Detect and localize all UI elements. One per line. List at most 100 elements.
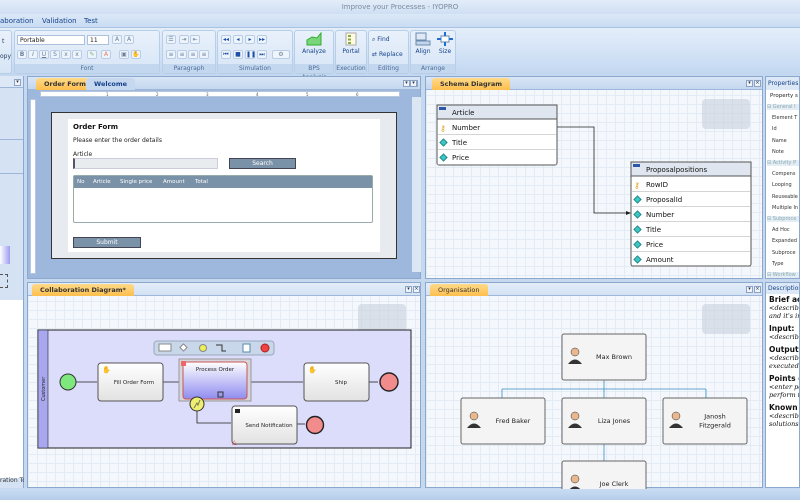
subscript-icon[interactable]: x bbox=[61, 50, 71, 59]
find-button[interactable]: ⌕ Find bbox=[372, 36, 390, 44]
italic-icon[interactable]: I bbox=[28, 50, 38, 59]
align-center-icon[interactable]: ≡ bbox=[177, 50, 187, 59]
pause-icon[interactable]: ❚❚ bbox=[245, 50, 256, 59]
bold-icon[interactable]: B bbox=[17, 50, 27, 59]
size-button[interactable]: Size bbox=[434, 32, 456, 55]
task-fill-order-form[interactable]: ✋Fill Order Form bbox=[97, 362, 164, 402]
org-person-node[interactable]: Liza Jones bbox=[561, 397, 647, 445]
end-event[interactable] bbox=[379, 372, 399, 392]
task-ship[interactable]: ✋ Ship bbox=[303, 362, 370, 402]
font-color-icon[interactable]: A bbox=[101, 50, 111, 59]
col-no[interactable]: No bbox=[77, 176, 84, 188]
indent-icon[interactable]: ⇥ bbox=[179, 35, 189, 44]
panel-menu-icon[interactable]: ▾ bbox=[410, 80, 417, 87]
end-event[interactable] bbox=[305, 415, 325, 435]
intermediate-event-error[interactable] bbox=[189, 396, 205, 412]
panel-menu-icon[interactable]: ▾ bbox=[403, 80, 410, 87]
org-person-node[interactable]: Fred Baker bbox=[460, 397, 546, 445]
underline-icon[interactable]: U bbox=[39, 50, 49, 59]
toolbox-tab-collaboration-tools[interactable]: ration To bbox=[0, 477, 24, 484]
skip-end-icon[interactable]: ⏭ bbox=[257, 50, 267, 59]
col-single-price[interactable]: Single price bbox=[120, 176, 152, 188]
toolbar-context[interactable] bbox=[153, 340, 275, 356]
property-row[interactable]: Name bbox=[772, 138, 787, 144]
org-person-node[interactable]: Joe Clerk bbox=[561, 460, 647, 489]
copy-button[interactable]: opy bbox=[0, 53, 11, 60]
tab-welcome[interactable]: Welcome bbox=[86, 78, 136, 90]
replace-button[interactable]: ⇄ Replace bbox=[372, 51, 403, 58]
group-swatch[interactable] bbox=[0, 274, 8, 288]
cut-button[interactable]: t bbox=[2, 38, 4, 45]
points-text[interactable]: <enter point bbox=[769, 383, 799, 391]
property-row[interactable]: Multiple In bbox=[772, 205, 798, 211]
property-row[interactable]: Subproce bbox=[772, 250, 796, 256]
property-category[interactable]: ⊟ Activity P bbox=[767, 160, 799, 166]
property-row[interactable]: Ad Hoc bbox=[772, 227, 790, 233]
menu-collaboration[interactable]: aboration bbox=[0, 17, 34, 25]
strikethrough-icon[interactable]: S bbox=[50, 50, 60, 59]
fast-forward-icon[interactable]: ▸▸ bbox=[257, 35, 267, 44]
align-button[interactable]: Align bbox=[412, 32, 434, 55]
clear-format-icon[interactable]: ✋ bbox=[131, 50, 141, 59]
property-row[interactable]: Id bbox=[772, 126, 777, 132]
align-right-icon[interactable]: ≡ bbox=[188, 50, 198, 59]
property-row[interactable]: Note bbox=[772, 149, 784, 155]
highlight-icon[interactable]: ✎ bbox=[87, 50, 97, 59]
skip-start-icon[interactable]: ⏮ bbox=[221, 50, 231, 59]
property-row[interactable]: Type bbox=[772, 261, 783, 267]
points-text[interactable]: perform this bbox=[769, 391, 799, 399]
outdent-icon[interactable]: ⇤ bbox=[190, 35, 200, 44]
grow-font-icon[interactable]: A bbox=[112, 35, 122, 44]
property-row[interactable]: Reuseable bbox=[772, 194, 798, 200]
rewind-icon[interactable]: ◂◂ bbox=[221, 35, 231, 44]
property-category[interactable]: ⊟ Workflow bbox=[767, 272, 799, 278]
stop-icon[interactable]: ■ bbox=[233, 50, 243, 59]
org-person-node[interactable]: Max Brown bbox=[561, 333, 647, 381]
toolbox-section[interactable] bbox=[0, 142, 23, 174]
pool-swatch[interactable] bbox=[0, 246, 10, 264]
article-input[interactable] bbox=[73, 158, 218, 169]
property-row[interactable]: Expanded bbox=[772, 238, 797, 244]
col-total[interactable]: Total bbox=[195, 176, 208, 188]
menu-validation[interactable]: Validation bbox=[42, 17, 77, 25]
output-text[interactable]: executed> bbox=[769, 362, 799, 370]
known-text[interactable]: solutions of bbox=[769, 420, 799, 428]
property-category[interactable]: ⊟ General I bbox=[767, 104, 799, 110]
align-left-icon[interactable]: ≡ bbox=[166, 50, 176, 59]
brief-text[interactable]: and it's inter bbox=[769, 312, 799, 320]
task-send-notification[interactable]: Send Notification △ bbox=[231, 405, 298, 446]
property-category[interactable]: ⊟ Subproce bbox=[767, 216, 799, 222]
property-row[interactable]: Looping bbox=[772, 182, 792, 188]
brief-text[interactable]: <describe in bbox=[769, 304, 799, 312]
known-text[interactable]: <describe b bbox=[769, 412, 799, 420]
submit-button[interactable]: Submit bbox=[73, 237, 141, 248]
image-icon[interactable]: ▣ bbox=[119, 50, 129, 59]
vertical-scrollbar[interactable] bbox=[412, 97, 421, 272]
step-forward-icon[interactable]: ▸ bbox=[245, 35, 255, 44]
org-person-node[interactable]: JanoshFitzgerald bbox=[662, 397, 748, 445]
toolbox-menu-icon[interactable]: ▾ bbox=[14, 79, 21, 86]
simulation-settings-icon[interactable]: ⚙ bbox=[272, 50, 290, 59]
font-size-select[interactable]: 11 bbox=[87, 35, 109, 45]
step-back-icon[interactable]: ◂ bbox=[233, 35, 243, 44]
menu-test[interactable]: Test bbox=[84, 17, 98, 25]
col-amount[interactable]: Amount bbox=[163, 176, 185, 188]
order-table[interactable]: No Article Single price Amount Total bbox=[73, 175, 373, 223]
property-sort[interactable]: Property s bbox=[770, 93, 798, 99]
task-process-order[interactable]: Process Order bbox=[178, 358, 252, 402]
input-text[interactable]: <describe, w bbox=[769, 333, 799, 341]
property-row[interactable]: Compens bbox=[772, 171, 795, 177]
output-text[interactable]: <describe, w bbox=[769, 354, 799, 362]
justify-icon[interactable]: ≡ bbox=[199, 50, 209, 59]
bullets-icon[interactable]: ☰ bbox=[166, 35, 176, 44]
property-row[interactable]: Element T bbox=[772, 115, 797, 121]
shrink-font-icon[interactable]: A bbox=[124, 35, 134, 44]
start-event[interactable] bbox=[59, 373, 77, 391]
analyze-button[interactable]: Analyze bbox=[295, 31, 333, 55]
font-family-select[interactable]: Portable bbox=[17, 35, 85, 45]
superscript-icon[interactable]: x bbox=[72, 50, 82, 59]
search-button[interactable]: Search bbox=[229, 158, 296, 169]
portal-button[interactable]: Portal bbox=[336, 32, 366, 55]
col-article[interactable]: Article bbox=[93, 176, 111, 188]
toolbox-section[interactable] bbox=[0, 90, 23, 140]
